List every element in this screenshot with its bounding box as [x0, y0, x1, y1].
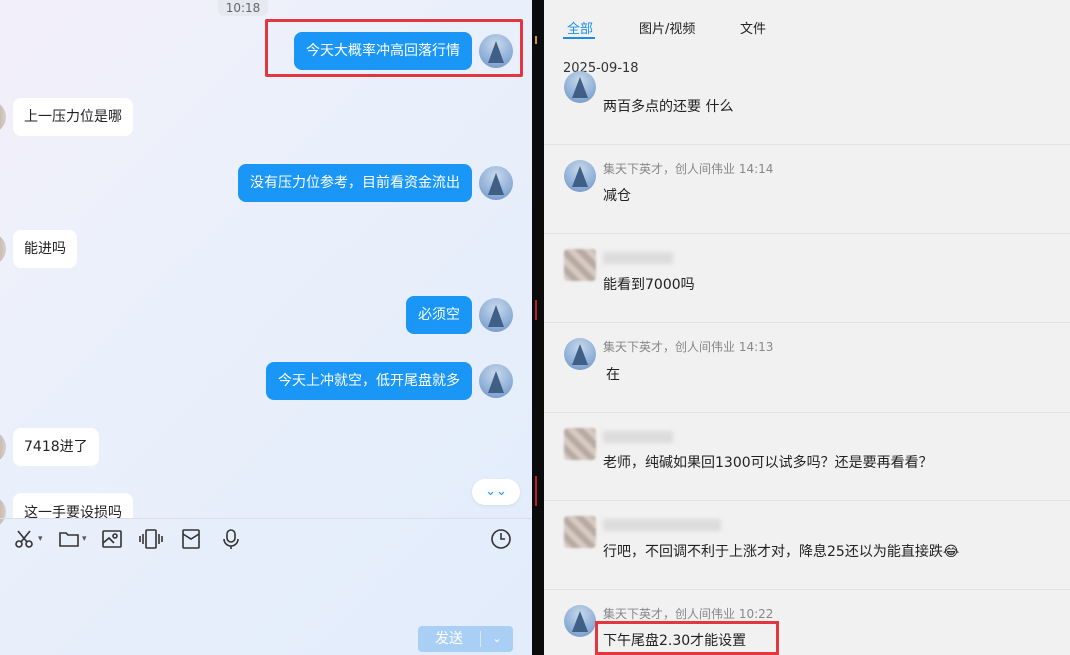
chat-message-row: 上一压力位是哪 — [0, 98, 532, 138]
chevron-down-icon[interactable]: ▾ — [82, 534, 87, 544]
scroll-to-bottom-button[interactable]: ⌄⌄ — [472, 479, 520, 505]
tab-all[interactable]: 全部 — [567, 18, 593, 37]
message-bubble-outgoing[interactable]: 今天上冲就空，低开尾盘就多 — [266, 362, 472, 400]
message-bubble-incoming[interactable]: 这一手要设损吗 — [13, 493, 133, 519]
sender-name: 集天下英才，创人间伟业 — [603, 340, 736, 354]
chat-panel: 10:18 今天大概率冲高回落行情 上一压力位是哪 没有压力位参考，目前看资金流… — [0, 0, 532, 655]
message-time: 14:13 — [738, 340, 774, 354]
sender-avatar[interactable] — [564, 516, 596, 548]
chat-message-row: 7418进了 — [0, 428, 532, 468]
message-bubble-incoming[interactable]: 上一压力位是哪 — [13, 98, 133, 136]
history-message-text: 在 — [606, 367, 620, 383]
message-separator — [544, 412, 1070, 413]
message-separator — [544, 233, 1070, 234]
envelope-icon — [180, 528, 202, 550]
history-message-text: 减仓 — [603, 188, 631, 204]
sender-avatar[interactable] — [564, 605, 596, 637]
divider-mark — [535, 476, 537, 506]
scissors-icon — [14, 528, 36, 550]
message-time: 14:14 — [738, 162, 774, 176]
contact-avatar[interactable] — [0, 233, 6, 265]
history-message-text: 两百多点的还要 什么 — [603, 99, 734, 115]
clock-icon — [490, 528, 512, 550]
sender-meta-redacted — [603, 252, 673, 264]
send-options-dropdown[interactable]: ⌄ — [481, 626, 513, 652]
divider-mark — [535, 36, 537, 44]
active-tab-indicator — [563, 37, 595, 39]
red-packet-tool[interactable] — [180, 527, 202, 551]
message-separator — [544, 322, 1070, 323]
message-separator — [544, 500, 1070, 501]
vibrate-icon — [139, 528, 163, 550]
sender-name: 集天下英才，创人间伟业 — [603, 607, 736, 621]
message-bubble-incoming[interactable]: 能进吗 — [13, 230, 77, 268]
sender-meta-redacted — [603, 431, 673, 443]
history-message-text: 老师，纯碱如果回1300可以试多吗？还是要再看看？ — [603, 455, 933, 471]
send-button[interactable]: 发送 — [418, 626, 480, 652]
chat-history-panel: 全部 图片/视频 文件 2025-09-18 两百多点的还要 什么 集天下英才，… — [544, 0, 1070, 655]
image-icon — [101, 528, 123, 550]
sender-avatar[interactable] — [564, 160, 596, 192]
chat-message-row: 没有压力位参考，目前看资金流出 — [0, 164, 532, 204]
contact-avatar[interactable] — [0, 101, 6, 133]
sender-name: 集天下英才，创人间伟业 — [603, 162, 736, 176]
microphone-icon — [220, 528, 242, 550]
my-avatar[interactable] — [479, 166, 513, 200]
tab-files[interactable]: 文件 — [740, 18, 766, 37]
sender-meta: 集天下英才，创人间伟业 10:22 — [603, 605, 773, 622]
message-bubble-incoming[interactable]: 7418进了 — [13, 428, 99, 466]
chat-message-row: 能进吗 — [0, 230, 532, 270]
chat-message-row: 今天上冲就空，低开尾盘就多 — [0, 362, 532, 402]
sender-avatar[interactable] — [564, 338, 596, 370]
sender-avatar[interactable] — [564, 249, 596, 281]
shake-tool[interactable] — [139, 527, 163, 551]
message-bubble-outgoing[interactable]: 必须空 — [406, 296, 472, 334]
history-message-text: 行吧，不回调不利于上涨才对，降息25还以为能直接跌😂 — [603, 544, 960, 560]
chevron-down-icon[interactable]: ▾ — [38, 534, 43, 544]
my-avatar[interactable] — [479, 298, 513, 332]
history-tool[interactable] — [490, 527, 512, 551]
window-divider — [532, 0, 544, 655]
message-bubble-outgoing[interactable]: 没有压力位参考，目前看资金流出 — [238, 164, 472, 202]
chat-message-row: 必须空 — [0, 296, 532, 336]
history-tabs: 全部 图片/视频 文件 — [544, 0, 1070, 44]
sender-meta: 集天下英才，创人间伟业 14:14 — [603, 160, 773, 177]
voice-tool[interactable] — [220, 527, 242, 551]
divider-mark — [535, 300, 537, 320]
sender-meta: 集天下英才，创人间伟业 14:13 — [603, 338, 773, 355]
message-time: 10:22 — [738, 607, 774, 621]
sender-avatar[interactable] — [564, 71, 596, 103]
screenshot-tool[interactable]: ▾ — [14, 527, 43, 551]
image-tool[interactable] — [101, 527, 123, 551]
sender-meta-redacted — [603, 519, 721, 531]
message-separator — [544, 144, 1070, 145]
highlight-box — [265, 19, 523, 77]
my-avatar[interactable] — [479, 364, 513, 398]
contact-avatar[interactable] — [0, 431, 6, 463]
sender-avatar[interactable] — [564, 428, 596, 460]
send-button-group: 发送 ⌄ — [418, 626, 513, 652]
history-message-text: 能看到7000吗 — [603, 277, 695, 293]
timestamp-pill: 10:18 — [218, 0, 268, 16]
tab-media[interactable]: 图片/视频 — [639, 18, 695, 37]
message-separator — [544, 589, 1070, 590]
folder-icon — [58, 528, 80, 550]
file-tool[interactable]: ▾ — [58, 527, 87, 551]
highlight-box — [595, 621, 779, 655]
